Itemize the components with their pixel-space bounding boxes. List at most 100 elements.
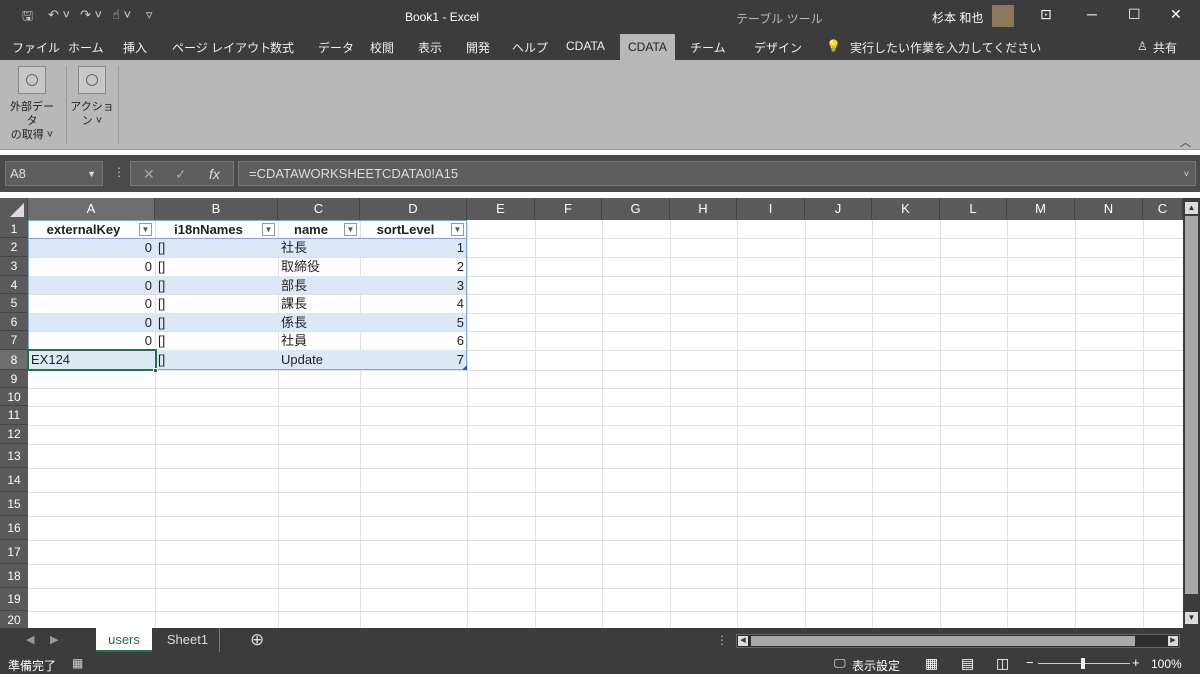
table-cell-name[interactable]: 部長 [278, 276, 360, 295]
tab-view[interactable]: 表示 [418, 39, 442, 56]
row-header-17[interactable]: 17 [0, 540, 28, 564]
table-cell-externalkey[interactable]: EX124 [28, 350, 155, 369]
row-header-20[interactable]: 20 [0, 611, 28, 628]
avatar[interactable] [992, 5, 1014, 27]
table-cell-name[interactable]: 社長 [278, 238, 360, 257]
tab-design[interactable]: デザイン [754, 39, 802, 56]
table-cell-sortlevel[interactable]: 4 [360, 294, 467, 313]
table-header-i18nnames[interactable]: i18nNames [155, 220, 262, 239]
table-cell-externalkey[interactable]: 0 [28, 257, 155, 276]
undo-icon[interactable]: ↶ ˅ [48, 7, 70, 23]
minimize-icon[interactable]: ─ [1087, 6, 1097, 22]
redo-icon[interactable]: ↷ ˅ [80, 7, 102, 23]
share-button[interactable]: 共有 [1153, 39, 1177, 56]
table-cell-externalkey[interactable]: 0 [28, 294, 155, 313]
table-cell-i18nnames[interactable]: [] [155, 313, 278, 332]
sheet-tab-users[interactable]: users [96, 628, 152, 652]
expand-formula-icon[interactable]: ˅ [1184, 162, 1189, 186]
tab-review[interactable]: 校閲 [370, 39, 394, 56]
select-all-corner[interactable] [0, 198, 28, 220]
row-header-9[interactable]: 9 [0, 370, 28, 388]
row-header-10[interactable]: 10 [0, 388, 28, 406]
tab-file[interactable]: ファイル [12, 39, 60, 56]
table-cell-name[interactable]: 課長 [278, 294, 360, 313]
tab-formulas[interactable]: 数式 [270, 39, 294, 56]
close-icon[interactable]: ✕ [1170, 6, 1182, 23]
table-header-externalkey[interactable]: externalKey [28, 220, 139, 239]
column-header-e[interactable]: E [467, 198, 535, 220]
name-box[interactable]: A8 ▼ [5, 161, 103, 186]
table-header-sortlevel[interactable]: sortLevel [360, 220, 451, 239]
cancel-icon[interactable]: ✕ [143, 162, 155, 186]
ribbon-display-options-icon[interactable]: ⊡ [1040, 6, 1052, 23]
scroll-right-icon[interactable]: ▶ [1168, 636, 1178, 646]
table-cell-i18nnames[interactable]: [] [155, 331, 278, 350]
table-cell-name[interactable]: 係長 [278, 313, 360, 332]
table-cell-externalkey[interactable]: 0 [28, 238, 155, 257]
tab-insert[interactable]: 挿入 [123, 39, 147, 56]
action-button[interactable]: アクショ ン ˅ [70, 66, 114, 128]
zoom-level[interactable]: 100% [1151, 657, 1182, 671]
sheet-tab-sheet1[interactable]: Sheet1 [156, 628, 220, 652]
column-header-h[interactable]: H [670, 198, 737, 220]
tab-developer[interactable]: 開発 [466, 39, 490, 56]
table-cell-sortlevel[interactable]: 5 [360, 313, 467, 332]
formula-input[interactable]: =CDATAWORKSHEETCDATA0!A15 ˅ [238, 161, 1196, 186]
tab-cdata-1[interactable]: CDATA [566, 39, 605, 53]
worksheet-grid[interactable]: ABCDEFGHIJKLMNC 1 2 3 4 5 6 7 8 9 10 11 12 13 14 15 16 1… [0, 198, 1200, 628]
row-header-3[interactable]: 3 [0, 257, 28, 276]
zoom-in-icon[interactable]: + [1132, 655, 1140, 670]
row-header-6[interactable]: 6 [0, 313, 28, 331]
row-header-16[interactable]: 16 [0, 516, 28, 540]
tab-page-layout[interactable]: ページ レイアウト [172, 39, 271, 56]
collapse-ribbon-icon[interactable]: ︿ [1180, 134, 1191, 150]
table-cell-sortlevel[interactable]: 1 [360, 238, 467, 257]
filter-dropdown-icon[interactable]: ▼ [451, 223, 464, 236]
zoom-slider-thumb[interactable] [1081, 658, 1085, 669]
column-header-m[interactable]: M [1007, 198, 1075, 220]
tell-me-input[interactable]: 実行したい作業を入力してください [850, 39, 1041, 56]
table-cell-externalkey[interactable]: 0 [28, 276, 155, 295]
row-header-13[interactable]: 13 [0, 444, 28, 468]
row-header-15[interactable]: 15 [0, 492, 28, 516]
filter-dropdown-icon[interactable]: ▼ [344, 223, 357, 236]
table-cell-name[interactable]: 取締役 [278, 257, 360, 276]
column-header-b[interactable]: B [155, 198, 278, 220]
column-header-a[interactable]: A [28, 198, 155, 220]
row-header-12[interactable]: 12 [0, 425, 28, 444]
scroll-left-icon[interactable]: ◀ [738, 636, 748, 646]
prev-sheet-icon[interactable]: ◀ [26, 633, 34, 646]
table-cell-externalkey[interactable]: 0 [28, 313, 155, 332]
tab-data[interactable]: データ [318, 39, 354, 56]
user-name[interactable]: 杉本 和也 [932, 9, 983, 26]
row-header-18[interactable]: 18 [0, 564, 28, 588]
scroll-down-icon[interactable]: ▼ [1185, 612, 1198, 624]
table-cell-sortlevel[interactable]: 2 [360, 257, 467, 276]
vertical-scrollbar[interactable]: ▲ ▼ [1183, 198, 1200, 628]
fill-handle[interactable] [153, 368, 158, 373]
tab-cdata-2[interactable]: CDATA [620, 34, 675, 60]
zoom-out-icon[interactable]: − [1026, 655, 1034, 670]
table-cell-i18nnames[interactable]: [] [155, 294, 278, 313]
row-header-8[interactable]: 8 [0, 350, 28, 370]
page-break-view-icon[interactable]: ◫ [996, 655, 1009, 672]
tab-help[interactable]: ヘルプ [512, 39, 548, 56]
table-cell-name[interactable]: Update [278, 350, 360, 369]
scroll-thumb[interactable] [1185, 216, 1198, 594]
table-cell-name[interactable]: 社員 [278, 331, 360, 350]
row-header-11[interactable]: 11 [0, 406, 28, 425]
column-header-i[interactable]: I [737, 198, 805, 220]
row-header-7[interactable]: 7 [0, 331, 28, 350]
column-header-c[interactable]: C [1143, 198, 1183, 220]
column-header-f[interactable]: F [535, 198, 602, 220]
chevron-down-icon[interactable]: ▼ [87, 162, 96, 186]
row-header-14[interactable]: 14 [0, 468, 28, 492]
enter-icon[interactable]: ✓ [175, 162, 187, 186]
touch-mode-icon[interactable]: ☝ ˅ [112, 7, 131, 23]
table-cell-sortlevel[interactable]: 3 [360, 276, 467, 295]
page-layout-view-icon[interactable]: ▤ [961, 655, 974, 672]
table-cell-i18nnames[interactable]: [] [155, 238, 278, 257]
macro-record-icon[interactable]: ▦ [72, 656, 83, 670]
table-cell-i18nnames[interactable]: [] [155, 257, 278, 276]
display-settings-button[interactable]: 表示設定 [852, 657, 900, 674]
